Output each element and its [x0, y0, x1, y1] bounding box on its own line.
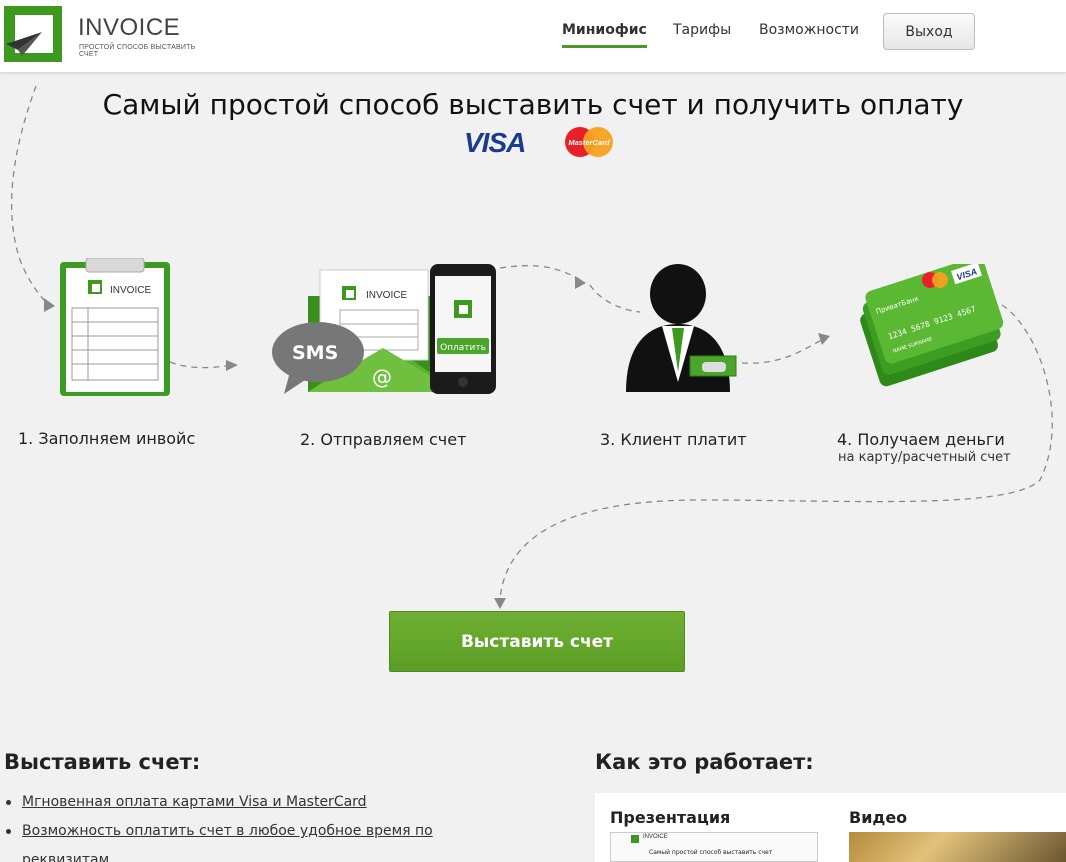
mastercard-text: MasterCard — [568, 138, 610, 147]
presentation-thumbnail[interactable]: INVOICE Самый простой способ выставить с… — [610, 832, 818, 862]
send-invoice-illustration: INVOICE @ SMS Оплатить — [272, 264, 496, 394]
thumb-logo-title: INVOICE — [643, 834, 668, 840]
step-4-sublabel: на карту/расчетный счет — [838, 450, 1011, 465]
active-underline — [562, 45, 647, 48]
nav-label: Возможности — [759, 22, 860, 38]
thumb-logo-icon — [631, 835, 639, 843]
step-2-label: 2. Отправляем счет — [300, 430, 467, 449]
nav-item-minioffice[interactable]: Миниофис — [562, 22, 647, 48]
video-thumbnail[interactable] — [849, 832, 1066, 862]
bank-cards-icon: ПриватБанк VISA 1234 5678 9123 4567 NAME… — [860, 264, 1004, 387]
top-header: INVOICE простой способ выставить счет Ми… — [0, 0, 1066, 73]
nav-item-tariffs[interactable]: Тарифы — [673, 22, 731, 38]
feature-link-pay-anytime[interactable]: Возможность оплатить счет в любое удобно… — [22, 823, 433, 862]
nav-label: Тарифы — [673, 22, 732, 38]
step-1-label: 1. Заполняем инвойс — [18, 429, 196, 448]
thumb-title: Самый простой способ выставить счет — [649, 849, 773, 856]
features-title: Выставить счет: — [4, 750, 201, 774]
step-3-label: 3. Клиент платит — [600, 430, 747, 449]
nav-item-features[interactable]: Возможности — [759, 22, 859, 38]
clipboard-invoice-icon: INVOICE — [60, 258, 170, 396]
clipboard-title: INVOICE — [110, 285, 151, 296]
visa-logo: VISA — [464, 127, 526, 159]
feature-link-card-payment[interactable]: Мгновенная оплата картами Visa и MasterC… — [22, 794, 367, 810]
create-invoice-button[interactable]: Выставить счет — [389, 611, 685, 672]
step-4-label: 4. Получаем деньги — [837, 430, 1005, 449]
logo-title: INVOICE — [78, 14, 181, 41]
features-list: Мгновенная оплата картами Visa и MasterC… — [4, 788, 444, 862]
paper-plane-icon — [6, 32, 42, 56]
video-heading: Видео — [849, 808, 908, 827]
invoice-logo[interactable]: INVOICE простой способ выставить счет — [4, 6, 204, 62]
visa-text: VISA — [464, 127, 526, 158]
logo-subtitle: простой способ выставить счет — [79, 44, 196, 58]
nav-label: Миниофис — [562, 22, 647, 38]
hero-title: Самый простой способ выставить счет и по… — [102, 88, 964, 121]
list-item: Возможность оплатить счет в любое удобно… — [4, 817, 444, 862]
logout-button[interactable]: Выход — [883, 13, 975, 50]
presentation-heading: Презентация — [610, 808, 731, 827]
logo-mark-icon — [4, 6, 62, 62]
mastercard-logo: MasterCard — [565, 127, 613, 157]
at-sign: @ — [372, 365, 392, 389]
phone-pay-button: Оплатить — [440, 343, 486, 353]
how-it-works-title: Как это работает: — [595, 750, 814, 774]
sms-text: SMS — [292, 342, 338, 364]
client-icon — [626, 264, 737, 392]
list-item: Мгновенная оплата картами Visa и MasterC… — [4, 788, 444, 817]
envelope-doc-title: INVOICE — [366, 290, 407, 301]
